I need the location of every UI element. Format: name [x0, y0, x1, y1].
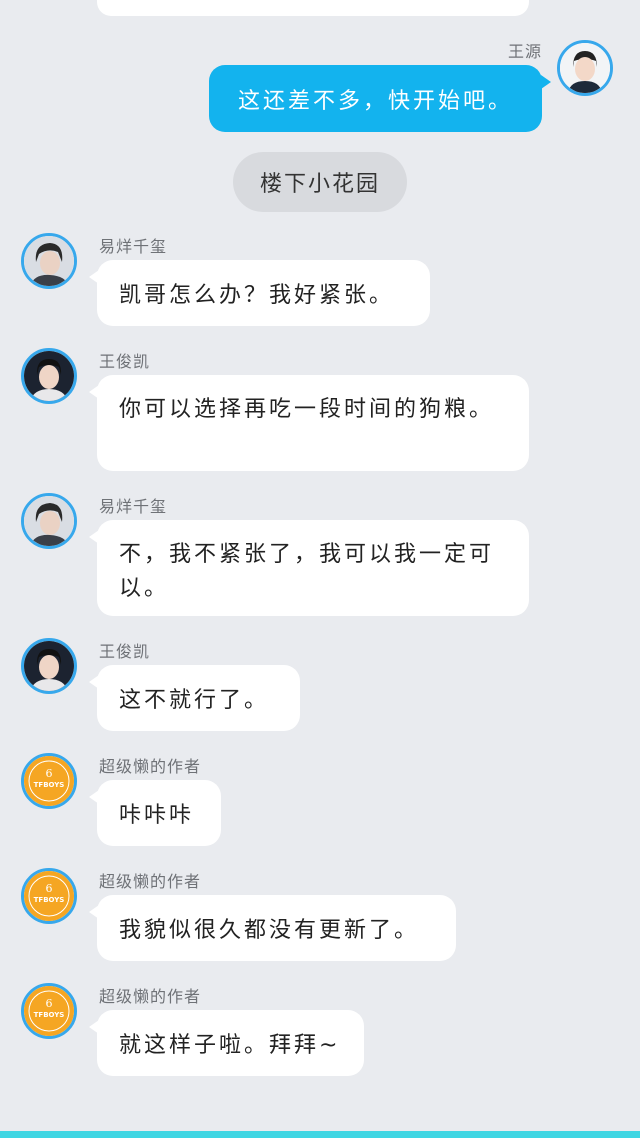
avatar-wangjunkai[interactable] — [21, 638, 77, 694]
avatar-yiyangqianxi[interactable] — [21, 493, 77, 549]
bottom-accent-bar — [0, 1131, 640, 1138]
tfboys-logo-icon: 6TFBOYS — [24, 986, 74, 1036]
person-photo-icon — [24, 496, 74, 546]
sender-name: 王源 — [507, 42, 542, 61]
sender-name: 超级懒的作者 — [99, 872, 202, 891]
svg-text:6: 6 — [46, 767, 53, 780]
message-bubble[interactable]: 你可以选择再吃一段时间的狗粮。 — [89, 375, 529, 471]
message-bubble[interactable]: 不，我不紧张了，我可以我一定可以。 — [89, 520, 529, 616]
person-photo-icon — [24, 641, 74, 691]
avatar-author[interactable]: 6 TFBOYS — [21, 753, 77, 809]
sender-name: 超级懒的作者 — [99, 757, 202, 776]
message-bubble[interactable]: 凯哥怎么办？我好紧张。 — [89, 260, 430, 326]
person-photo-icon — [24, 236, 74, 286]
svg-text:TFBOYS: TFBOYS — [34, 781, 65, 789]
message-bubble[interactable]: 就这样子啦。拜拜~ — [89, 1010, 364, 1076]
person-photo-icon — [560, 43, 610, 93]
sender-name: 易烊千玺 — [99, 497, 168, 516]
sender-name: 超级懒的作者 — [99, 987, 202, 1006]
message-bubble-self[interactable]: 这还差不多，快开始吧。 — [209, 65, 551, 132]
avatar-wangjunkai[interactable] — [21, 348, 77, 404]
person-photo-icon — [24, 351, 74, 401]
avatar-wangyuan[interactable] — [557, 40, 613, 96]
message-bubble[interactable]: 我貌似很久都没有更新了。 — [89, 895, 456, 961]
avatar-author[interactable]: 6 TFBOYS — [21, 983, 77, 1039]
svg-text:6: 6 — [46, 882, 53, 895]
avatar-yiyangqianxi[interactable] — [21, 233, 77, 289]
message-bubble[interactable]: 这不就行了。 — [89, 665, 300, 731]
avatar-author[interactable]: 6 TFBOYS — [21, 868, 77, 924]
message-bubble[interactable]: 咔咔咔 — [89, 780, 221, 846]
svg-text:6: 6 — [46, 997, 53, 1010]
scene-label: 楼下小花园 — [233, 152, 407, 212]
previous-message-bubble — [97, 0, 529, 16]
sender-name: 王俊凯 — [99, 352, 151, 371]
tfboys-logo-icon: 6TFBOYS — [24, 871, 74, 921]
svg-text:TFBOYS: TFBOYS — [34, 896, 65, 904]
svg-text:TFBOYS: TFBOYS — [34, 1011, 65, 1019]
sender-name: 易烊千玺 — [99, 237, 168, 256]
tfboys-logo-icon: 6TFBOYS — [24, 756, 74, 806]
sender-name: 王俊凯 — [99, 642, 151, 661]
